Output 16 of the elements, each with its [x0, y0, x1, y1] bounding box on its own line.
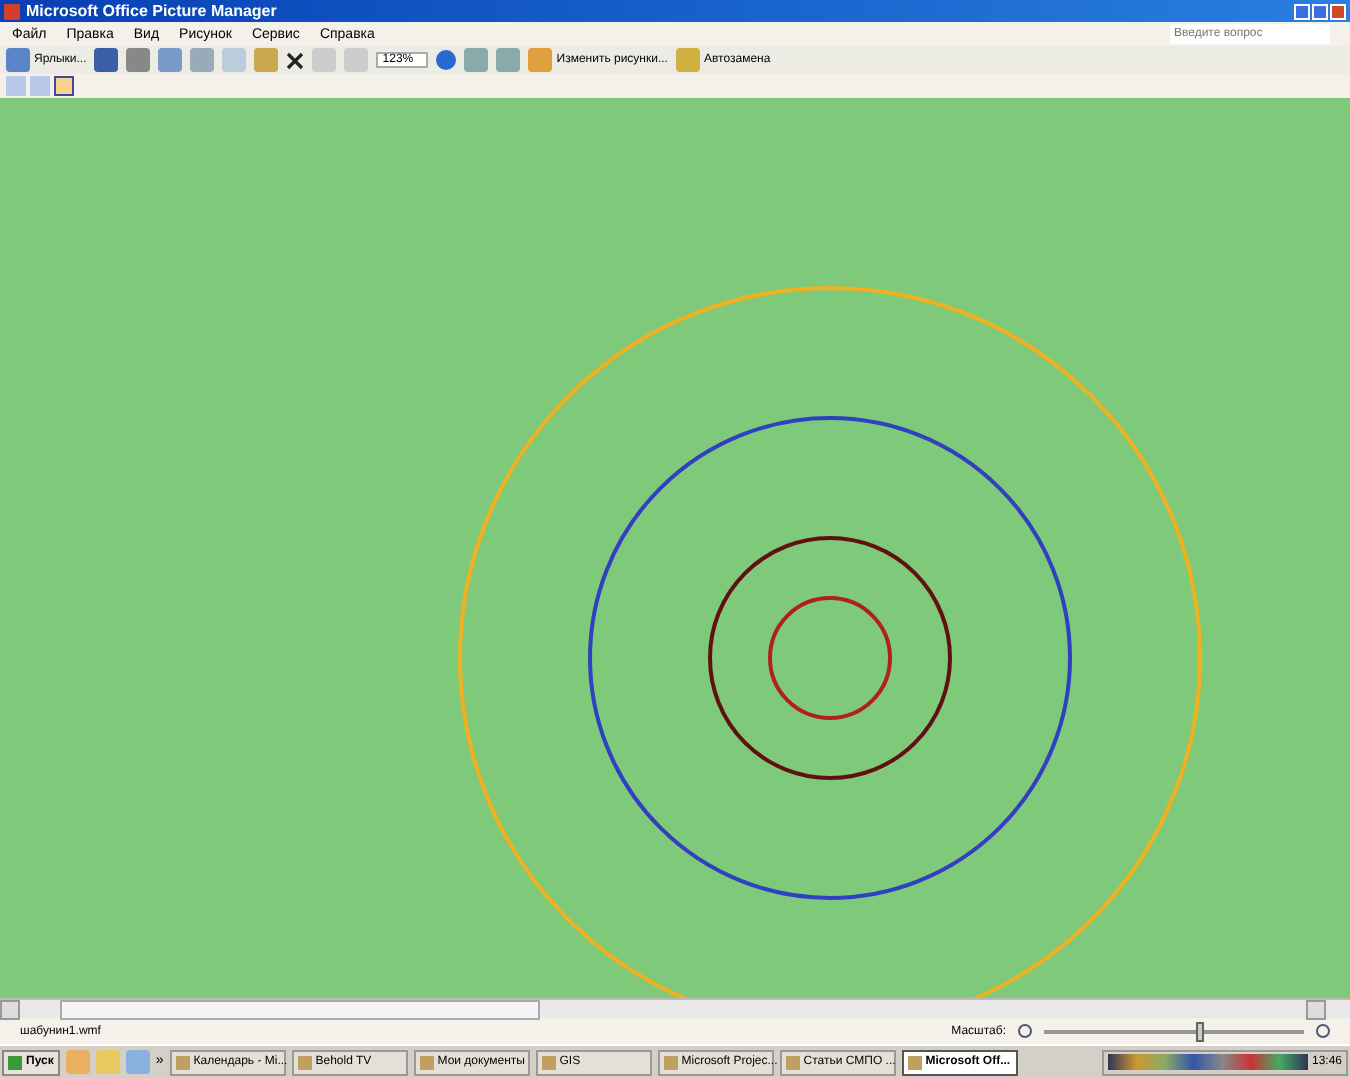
close-button[interactable]	[1330, 3, 1346, 19]
zoom-slider-thumb[interactable]	[1195, 1021, 1204, 1041]
scroll-left-icon[interactable]	[0, 1000, 20, 1020]
view-toggle[interactable]	[6, 76, 26, 96]
view-toggle[interactable]	[54, 76, 74, 96]
restore-button[interactable]	[1312, 3, 1328, 19]
horizontal-scrollbar-thumb[interactable]	[60, 1000, 540, 1020]
window-title: Microsoft Office Picture Manager	[26, 3, 277, 19]
view-toggle[interactable]	[30, 76, 50, 96]
delete-icon[interactable]	[286, 51, 305, 69]
windows-logo-icon	[8, 1055, 22, 1069]
zoom-out-icon[interactable]	[1018, 1024, 1032, 1038]
minimize-button[interactable]	[1294, 3, 1310, 19]
help-icon[interactable]	[436, 50, 457, 70]
tray-icons-drawing[interactable]	[1107, 1054, 1308, 1070]
zoom-in-icon[interactable]	[1316, 1024, 1330, 1038]
